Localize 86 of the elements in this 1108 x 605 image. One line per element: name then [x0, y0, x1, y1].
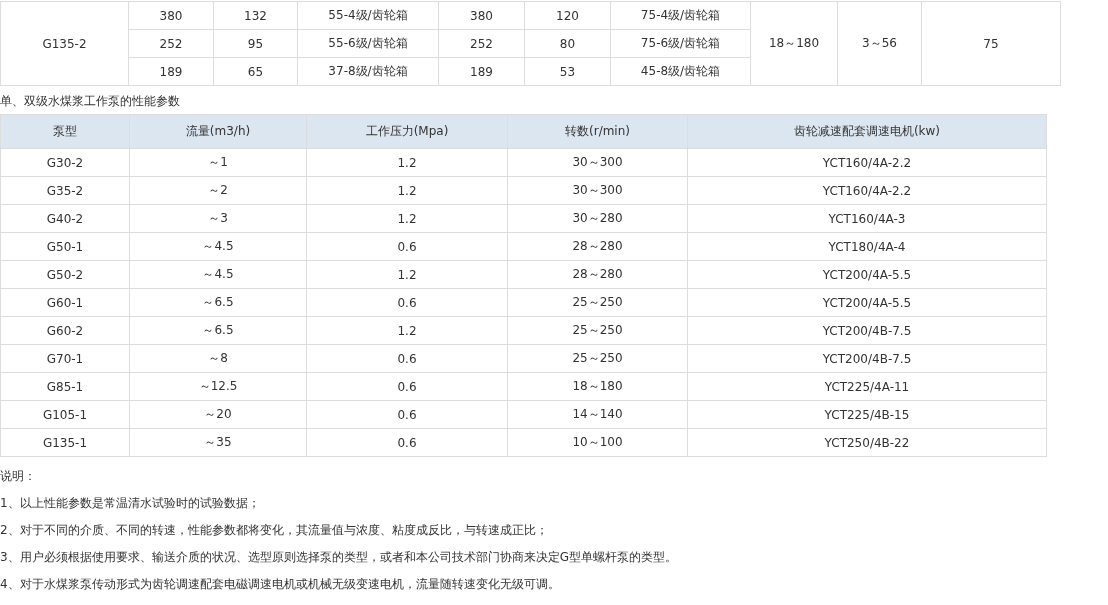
table-cell: 25～250	[507, 344, 688, 373]
table-cell: G50-2	[0, 260, 130, 289]
table-cell: 120	[524, 1, 611, 30]
column-header: 流量(m3/h)	[129, 114, 307, 149]
table-cell: YCT225/4B-15	[687, 400, 1047, 429]
table-cell: G70-1	[0, 344, 130, 373]
table-cell: YCT200/4B-7.5	[687, 344, 1047, 373]
note-text: 3、用户必须根据使用要求、输送介质的状况、选型原则选择泵的类型，或者和本公司技术部门协商来决定G型单螺杆泵的类型。	[0, 549, 678, 566]
table-cell: 55-4级/齿轮箱	[297, 1, 439, 30]
table-cell: 0.6	[306, 288, 508, 317]
table-cell: G135-1	[0, 428, 130, 457]
table-cell: 28～280	[507, 232, 688, 261]
table-cell: ～35	[129, 428, 307, 457]
table-cell: 95	[213, 29, 298, 58]
table-cell: 1.2	[306, 204, 508, 233]
table-cell: 18～180	[507, 372, 688, 401]
table-cell: 25～250	[507, 316, 688, 345]
column-header: 齿轮减速配套调速电机(kw)	[687, 114, 1047, 149]
table-cell: 1.2	[306, 176, 508, 205]
table-cell: 0.6	[306, 400, 508, 429]
table-cell: ～3	[129, 204, 307, 233]
table-cell: 28～280	[507, 260, 688, 289]
table-cell: YCT200/4A-5.5	[687, 260, 1047, 289]
table-cell: YCT160/4A-2.2	[687, 148, 1047, 177]
table-cell: 75-4级/齿轮箱	[610, 1, 751, 30]
table-cell: YCT160/4A-3	[687, 204, 1047, 233]
table-cell: 0.6	[306, 372, 508, 401]
table-cell: G35-2	[0, 176, 130, 205]
table-cell: G60-1	[0, 288, 130, 317]
notes-title: 说明：	[0, 468, 37, 485]
table-cell: G85-1	[0, 372, 130, 401]
table-cell: G30-2	[0, 148, 130, 177]
table-cell: YCT225/4A-11	[687, 372, 1047, 401]
table-cell: G60-2	[0, 316, 130, 345]
table-cell: 1.2	[306, 316, 508, 345]
table-cell: YCT160/4A-2.2	[687, 176, 1047, 205]
table-cell: ～1	[129, 148, 307, 177]
table-cell: ～20	[129, 400, 307, 429]
table-cell: ～6.5	[129, 288, 307, 317]
note-text: 4、对于水煤浆泵传动形式为齿轮调速配套电磁调速电机或机械无级变速电机，流量随转速变化无级可调。	[0, 576, 561, 593]
table-caption: 单、双级水煤浆工作泵的性能参数	[0, 93, 181, 110]
table-cell: 380	[438, 1, 525, 30]
table-cell: YCT200/4B-7.5	[687, 316, 1047, 345]
column-header: 泵型	[0, 114, 130, 149]
table-cell: 14～140	[507, 400, 688, 429]
table-cell: YCT180/4A-4	[687, 232, 1047, 261]
table-cell: 30～300	[507, 148, 688, 177]
note-text: 1、以上性能参数是常温清水试验时的试验数据；	[0, 495, 261, 512]
table-cell: YCT250/4B-22	[687, 428, 1047, 457]
table-cell: 252	[438, 29, 525, 58]
table-cell: ～2	[129, 176, 307, 205]
table-cell: 189	[438, 57, 525, 86]
table-cell: 55-6级/齿轮箱	[297, 29, 439, 58]
table-cell: 252	[128, 29, 214, 58]
table-cell: 132	[213, 1, 298, 30]
table-cell: 0.6	[306, 232, 508, 261]
table-cell: 25～250	[507, 288, 688, 317]
table-cell: G40-2	[0, 204, 130, 233]
table-cell: G50-1	[0, 232, 130, 261]
column-header: 工作压力(Mpa)	[306, 114, 508, 149]
table-cell: ～4.5	[129, 260, 307, 289]
table-cell: 30～280	[507, 204, 688, 233]
table-cell: 0.6	[306, 428, 508, 457]
table-cell: 18～180	[750, 1, 838, 86]
table-cell: 53	[524, 57, 611, 86]
table-cell: 65	[213, 57, 298, 86]
table-cell: 1.2	[306, 260, 508, 289]
table-cell: ～4.5	[129, 232, 307, 261]
table-cell: 1.2	[306, 148, 508, 177]
table-cell: 0.6	[306, 344, 508, 373]
table-cell: G135-2	[0, 1, 129, 86]
table-cell: ～8	[129, 344, 307, 373]
table-cell: 380	[128, 1, 214, 30]
table-cell: 10～100	[507, 428, 688, 457]
table-cell: 30～300	[507, 176, 688, 205]
table-cell: ～12.5	[129, 372, 307, 401]
table-cell: G105-1	[0, 400, 130, 429]
table-cell: 3～56	[837, 1, 922, 86]
table-cell: 75	[921, 1, 1061, 86]
table-cell: 189	[128, 57, 214, 86]
column-header: 转数(r/min)	[507, 114, 688, 149]
table-cell: ～6.5	[129, 316, 307, 345]
note-text: 2、对于不同的介质、不同的转速，性能参数都将变化，其流量值与浓度、粘度成反比，与转速成正比；	[0, 522, 549, 539]
table-cell: YCT200/4A-5.5	[687, 288, 1047, 317]
table-cell: 37-8级/齿轮箱	[297, 57, 439, 86]
table-cell: 80	[524, 29, 611, 58]
